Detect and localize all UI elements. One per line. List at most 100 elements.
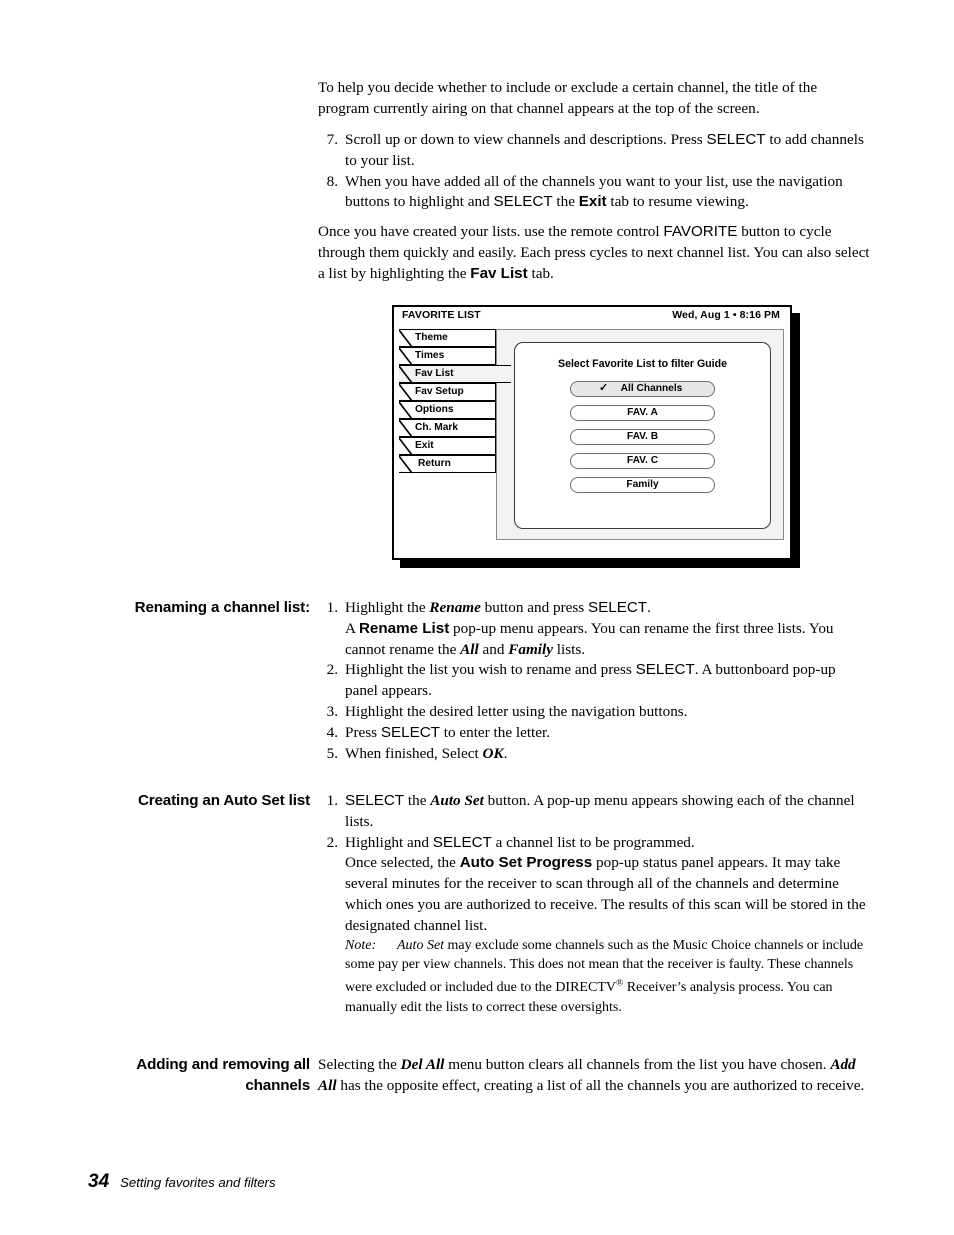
screen-tab-label: Return xyxy=(418,458,451,469)
screen-title: FAVORITE LIST xyxy=(402,309,481,321)
step-number: 5. xyxy=(326,744,338,762)
inline-text: Highlight the list you wish to rename an… xyxy=(345,661,636,679)
inline-ui-term: SELECT xyxy=(380,723,440,741)
favorite-list-button-label: Family xyxy=(626,479,659,490)
inline-text: . xyxy=(647,599,651,616)
screen-tab-return[interactable]: Return xyxy=(399,455,496,474)
renaming-steps-block: 1. Highlight the Rename button and press … xyxy=(318,598,870,764)
tab-slant-edge-icon xyxy=(399,329,413,348)
screen-tab-theme[interactable]: Theme xyxy=(399,329,496,348)
inline-text: Highlight the desired letter using the n… xyxy=(345,702,688,720)
inline-ui-term-bold: Fav List xyxy=(470,264,528,282)
screen-tab-times[interactable]: Times xyxy=(399,347,496,366)
screen-tab-exit[interactable]: Exit xyxy=(399,437,496,456)
note-text: Auto Set may exclude some channels such … xyxy=(345,938,863,1015)
screen-tab-label: Fav List xyxy=(415,368,454,379)
inline-text: Once selected, the xyxy=(345,854,460,872)
inline-ui-term: SELECT xyxy=(493,193,553,211)
favorite-list-button-label: FAV. A xyxy=(627,407,658,418)
inline-ui-term-bold: Rename List xyxy=(358,619,450,637)
inline-text: tab to resume viewing. xyxy=(606,193,749,211)
favorite-list-buttons: ✓ All Channels FAV. A FAV. B FAV. C Family xyxy=(515,381,770,501)
steps-7-8: 7. Scroll up or down to view channels an… xyxy=(318,130,870,213)
top-steps-list: 7. Scroll up or down to view channels an… xyxy=(318,130,870,213)
step-text: When you have added all of the channels … xyxy=(345,173,843,211)
checkmark-icon: ✓ xyxy=(599,382,609,394)
heading-line-1: Adding and removing all xyxy=(136,1056,310,1073)
step-item: 1. Highlight the Rename button and press … xyxy=(318,598,870,660)
inline-text: to enter the letter. xyxy=(439,723,551,741)
inline-text: button and press xyxy=(480,599,588,616)
favorite-list-button-label: FAV. B xyxy=(626,431,659,442)
heading-line-2: channels xyxy=(245,1076,310,1094)
screen-clock: Wed, Aug 1 • 8:16 PM xyxy=(672,309,780,321)
step-item: 3. Highlight the desired letter using the… xyxy=(318,702,870,723)
step-item: 4. Press SELECT to enter the letter. xyxy=(318,723,870,744)
favorite-list-button-fav-b[interactable]: FAV. B xyxy=(570,429,715,445)
tab-slant-edge-icon xyxy=(399,455,413,474)
favorite-list-button-label: All Channels xyxy=(620,383,683,394)
step-item: 7. Scroll up or down to view channels an… xyxy=(318,130,870,172)
intro-paragraph: To help you decide whether to include or… xyxy=(318,79,818,117)
inline-text: Scroll up or down to view channels and d… xyxy=(345,131,707,148)
heading-adding-removing-channels: Adding and removing all channels xyxy=(88,1055,310,1097)
step-text: Highlight the Rename button and press SE… xyxy=(345,598,870,619)
inline-ui-term: SELECT xyxy=(432,833,492,851)
inline-ui-term: FAVORITE xyxy=(663,223,738,240)
inline-text: Highlight and xyxy=(345,833,433,851)
favorite-list-button-all-channels[interactable]: ✓ All Channels xyxy=(570,381,715,397)
favorite-list-button-label: FAV. C xyxy=(626,455,659,466)
step-item: 1. SELECT the Auto Set button. A pop-up m… xyxy=(318,791,870,833)
step-text: Once selected, the Auto Set Progress pop… xyxy=(345,853,870,936)
favorite-list-button-fav-c[interactable]: FAV. C xyxy=(570,453,715,469)
step-number: 4. xyxy=(326,723,338,741)
inline-text: Selecting the xyxy=(318,1056,401,1073)
inline-text: a channel list to be programmed. xyxy=(491,833,695,851)
screen-tab-fav-list[interactable]: Fav List xyxy=(399,365,511,384)
inline-text: Highlight the xyxy=(345,599,430,616)
inline-text: has the opposite effect, creating a list… xyxy=(336,1076,865,1094)
step-text: A Rename List pop-up menu appears. You c… xyxy=(345,619,870,661)
adding-removing-body-block: Selecting the Del All menu button clears… xyxy=(318,1055,870,1097)
inline-text: menu button clears all channels from the… xyxy=(444,1056,831,1073)
screen-tab-label: Fav Setup xyxy=(415,386,464,397)
inline-ui-term: SELECT xyxy=(588,599,648,616)
screen-tab-fav-setup[interactable]: Fav Setup xyxy=(399,383,496,402)
tab-slant-edge-icon xyxy=(399,401,413,420)
step-item: 2. Highlight the list you wish to rename … xyxy=(318,660,870,702)
step-item: 5. When finished, Select OK. xyxy=(318,744,870,765)
inline-text: the xyxy=(404,792,431,809)
tv-screen-frame: FAVORITE LIST Wed, Aug 1 • 8:16 PM Theme… xyxy=(392,305,792,560)
inline-text: lists. xyxy=(552,640,586,658)
step-text: SELECT the Auto Set button. A pop-up men… xyxy=(345,791,870,833)
step-text: When finished, Select OK. xyxy=(345,744,870,765)
step-text: Press SELECT to enter the letter. xyxy=(345,723,870,744)
screen-tab-label: Options xyxy=(415,404,454,415)
inline-ui-term: SELECT xyxy=(706,131,766,148)
step-text: Highlight the desired letter using the n… xyxy=(345,702,870,723)
dialog-title: Select Favorite List to filter Guide xyxy=(558,358,727,370)
document-page: To help you decide whether to include or… xyxy=(0,0,954,1235)
step-item: 8. When you have added all of the channe… xyxy=(318,172,870,214)
step-text: Scroll up or down to view channels and d… xyxy=(345,131,864,169)
step-number: 1. xyxy=(326,599,338,616)
inline-text: and xyxy=(478,640,509,658)
screen-tab-options[interactable]: Options xyxy=(399,401,496,420)
step-number: 3. xyxy=(326,702,338,720)
note-label: Note: xyxy=(345,938,377,953)
step-number: 7. xyxy=(326,131,338,148)
favorite-list-screen-figure: FAVORITE LIST Wed, Aug 1 • 8:16 PM Theme… xyxy=(392,305,800,568)
step-number: 1. xyxy=(326,792,338,809)
screen-tab-ch-mark[interactable]: Ch. Mark xyxy=(399,419,496,438)
screen-tab-label: Times xyxy=(415,350,445,361)
inline-ui-term: SELECT xyxy=(345,792,405,809)
screen-content-panel: Select Favorite List to filter Guide ✓ Al… xyxy=(496,329,784,540)
inline-emphasis: Rename xyxy=(429,599,481,616)
favorite-list-button-family[interactable]: Family xyxy=(570,477,715,493)
inline-emphasis: Auto Set xyxy=(397,938,445,953)
favorite-list-button-fav-a[interactable]: FAV. A xyxy=(570,405,715,421)
inline-ui-term-bold: Exit xyxy=(578,193,607,211)
heading-renaming-channel-list: Renaming a channel list: xyxy=(88,598,310,619)
tab-slant-edge-icon xyxy=(399,347,413,366)
inline-emphasis: OK xyxy=(482,744,504,762)
